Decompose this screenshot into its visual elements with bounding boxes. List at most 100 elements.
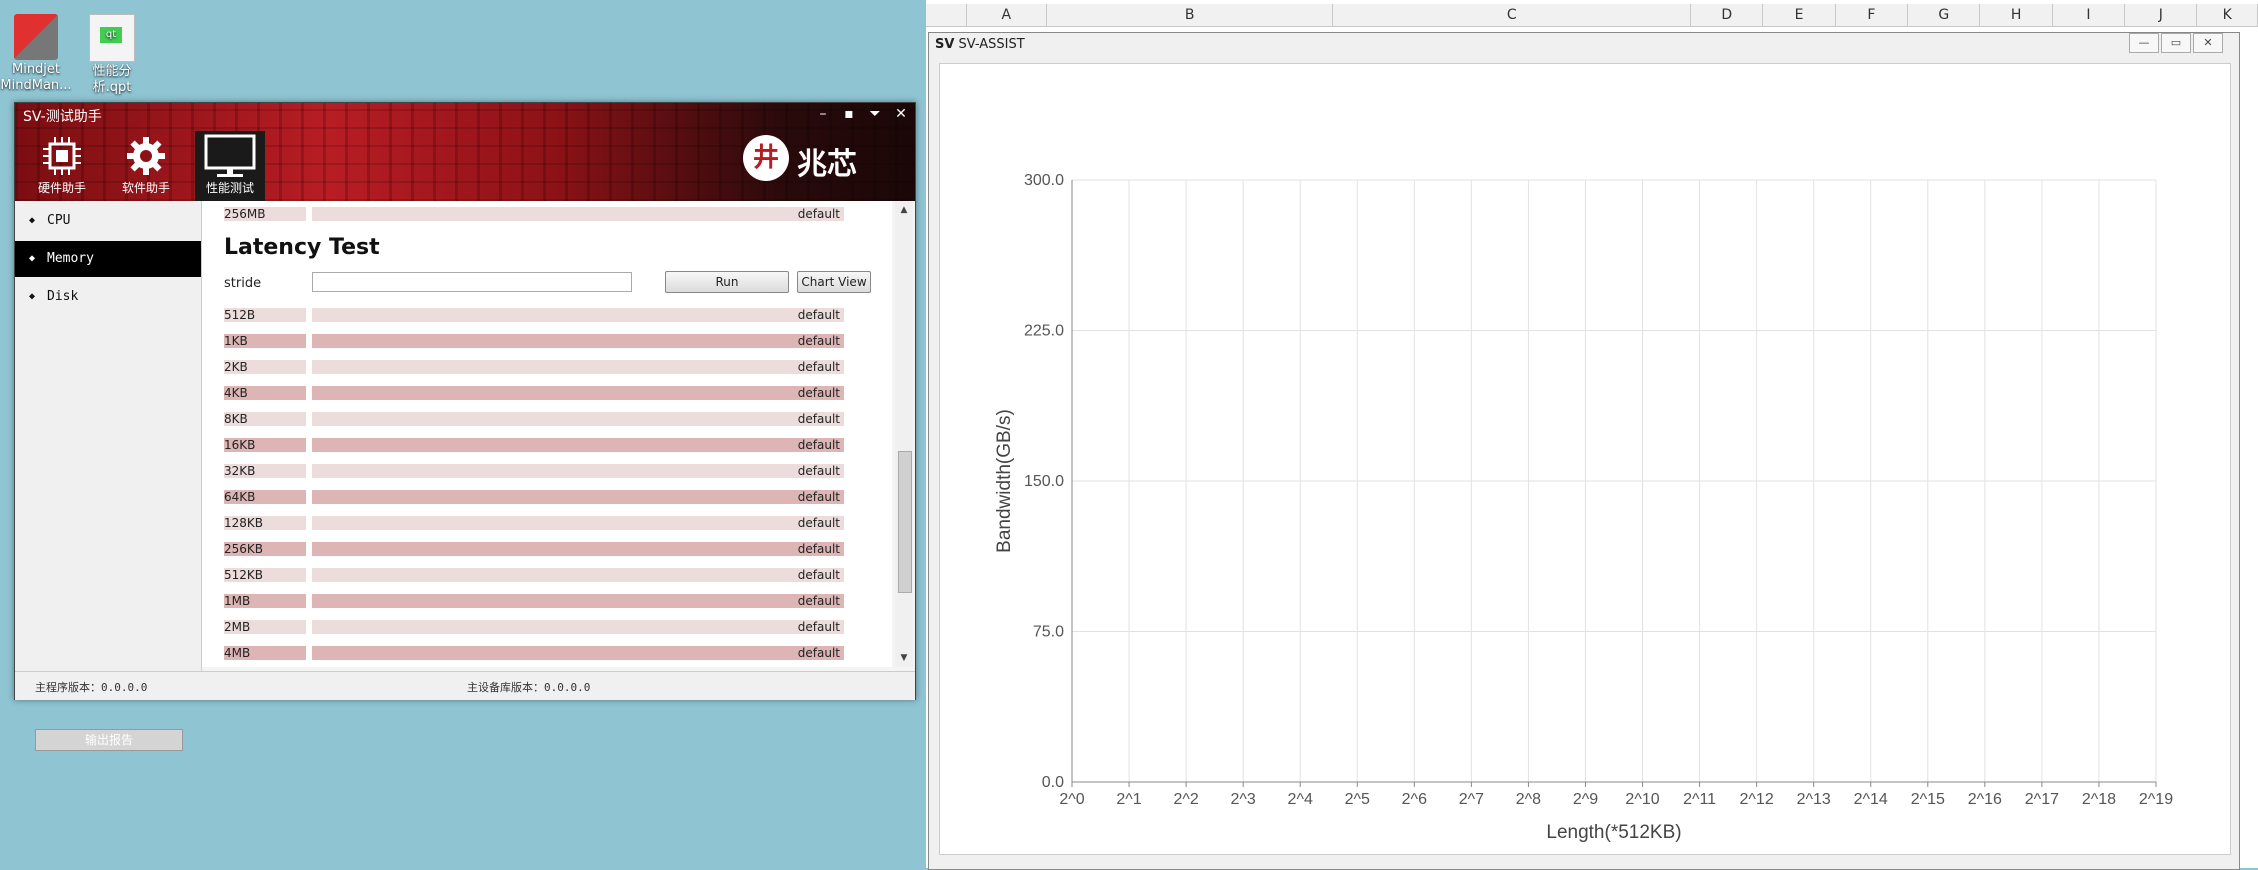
list-item: 16KB default: [224, 438, 844, 452]
gear-icon: [127, 137, 165, 175]
excel-col[interactable]: B: [1047, 4, 1334, 26]
x-tick-label: 2^9: [1573, 791, 1598, 808]
row-label: 32KB: [224, 464, 306, 478]
row-bar: default: [312, 360, 844, 374]
excel-col[interactable]: K: [2197, 4, 2258, 26]
x-tick-label: 2^15: [1911, 791, 1945, 808]
chart-view-button[interactable]: Chart View: [797, 271, 871, 293]
excel-col[interactable]: G: [1908, 4, 1981, 26]
list-item: 4MB default: [224, 646, 844, 660]
bandwidth-chart: 2^0 2^1 2^2 2^3 2^4 2^5 2^6 2^7 2^8 2^9 2^10 2^11 2^…: [994, 172, 2173, 843]
row-label: 512KB: [224, 568, 306, 582]
row-value: default: [797, 386, 840, 400]
scroll-thumb[interactable]: [898, 451, 912, 593]
close-button[interactable]: ✕: [889, 103, 913, 125]
row-value: default: [797, 334, 840, 348]
row-bar: default: [312, 490, 844, 504]
sidebar: CPU Memory Disk 输出报告: [15, 201, 202, 751]
row-value: default: [797, 464, 840, 478]
excel-col[interactable]: E: [1763, 4, 1836, 26]
x-tick-label: 2^17: [2025, 791, 2059, 808]
row-label: 256KB: [224, 542, 306, 556]
excel-col[interactable]: F: [1836, 4, 1909, 26]
list-item: 512KB default: [224, 568, 844, 582]
export-report-button[interactable]: 输出报告: [35, 729, 183, 751]
row-label: 512B: [224, 308, 306, 322]
x-tick-label: 2^10: [1625, 791, 1659, 808]
scroll-down-icon[interactable]: ▼: [895, 653, 913, 663]
list-item: 1MB default: [224, 594, 844, 608]
row-value: default: [797, 542, 840, 556]
tool-label: 硬件助手: [37, 181, 86, 195]
restore-button[interactable]: ▪: [837, 103, 861, 125]
row-bar: default: [312, 542, 844, 556]
list-item: 2KB default: [224, 360, 844, 374]
excel-col[interactable]: A: [967, 4, 1047, 26]
stride-input[interactable]: [312, 272, 632, 292]
row-value: default: [797, 620, 840, 634]
sidebar-item-disk[interactable]: Disk: [15, 279, 201, 315]
x-tick-label: 2^3: [1231, 791, 1256, 808]
row-value: default: [797, 490, 840, 504]
qt-file-icon: qt: [89, 14, 135, 62]
row-value: default: [797, 207, 840, 221]
x-tick-label: 2^11: [1683, 791, 1716, 808]
window-header: SV-测试助手 – ▪ ⏷ ✕ 硬件助手 软件助手 性能测试 井 兆芯: [15, 103, 915, 201]
sidebar-item-cpu[interactable]: CPU: [15, 203, 201, 239]
minimize-button[interactable]: —: [2129, 33, 2159, 53]
run-button[interactable]: Run: [665, 271, 789, 293]
y-tick-label: 225.0: [1024, 323, 1064, 340]
row-bar: default: [312, 568, 844, 582]
app-badge: SV: [935, 37, 955, 52]
menu-button[interactable]: ⏷: [863, 103, 887, 125]
x-tick-label: 2^14: [1854, 791, 1888, 808]
row-bar: default: [312, 412, 844, 426]
desktop-icon-qpt-file[interactable]: qt 性能分析.qpt: [76, 14, 148, 96]
chart-area: 2^0 2^1 2^2 2^3 2^4 2^5 2^6 2^7 2^8 2^9 2^10 2^11 2^…: [939, 63, 2231, 855]
status-bar: 主程序版本：0.0.0.0 主设备库版本：0.0.0.0: [15, 671, 915, 700]
list-item: 512B default: [224, 308, 844, 322]
sv-assist-window: SV SV-ASSIST — ▭ ✕ 2^0 2^1 2^2 2^3 2^4 2^5 2^6 2…: [928, 32, 2240, 870]
sidebar-item-memory[interactable]: Memory: [15, 241, 201, 277]
excel-col[interactable]: H: [1980, 4, 2053, 26]
row-bar: default: [312, 646, 844, 660]
row-value: default: [797, 360, 840, 374]
x-tick-label: 2^18: [2082, 791, 2116, 808]
close-button[interactable]: ✕: [2193, 33, 2223, 53]
row-label: 128KB: [224, 516, 306, 530]
x-tick-label: 2^5: [1345, 791, 1370, 808]
list-item: 64KB default: [224, 490, 844, 504]
row-value: default: [797, 412, 840, 426]
row-label: 2MB: [224, 620, 306, 634]
scrollbar[interactable]: ▲ ▼: [895, 201, 913, 667]
list-item: 1KB default: [224, 334, 844, 348]
x-tick-label: 2^4: [1288, 791, 1313, 808]
y-tick-label: 75.0: [1033, 624, 1064, 641]
row-bar: default: [312, 464, 844, 478]
row-bar: default: [312, 620, 844, 634]
excel-col[interactable]: I: [2053, 4, 2126, 26]
row-bar: default: [312, 438, 844, 452]
tool-software-assistant[interactable]: 软件助手: [111, 131, 181, 201]
maximize-button[interactable]: ▭: [2161, 33, 2191, 53]
tool-label: 性能测试: [205, 181, 254, 195]
row-label: 8KB: [224, 412, 306, 426]
excel-col[interactable]: D: [1691, 4, 1764, 26]
list-item: 4KB default: [224, 386, 844, 400]
excel-col[interactable]: C: [1333, 4, 1692, 26]
zhaoxin-logo: 井 兆芯: [731, 131, 881, 187]
row-bar: default: [312, 334, 844, 348]
x-tick-label: 2^7: [1459, 791, 1484, 808]
scroll-up-icon[interactable]: ▲: [895, 205, 913, 215]
tool-hardware-assistant[interactable]: 硬件助手: [27, 131, 97, 201]
x-tick-label: 2^16: [1968, 791, 2002, 808]
row-label: 1KB: [224, 334, 306, 348]
desktop-icon-mindjet[interactable]: Mindjet MindMan...: [0, 14, 72, 94]
x-tick-label: 2^0: [1059, 791, 1084, 808]
excel-col[interactable]: J: [2125, 4, 2198, 26]
tool-performance-test[interactable]: 性能测试: [195, 131, 265, 201]
list-item: 32KB default: [224, 464, 844, 478]
mindjet-icon: [14, 14, 58, 60]
row-label: 256MB: [224, 207, 306, 221]
minimize-button[interactable]: –: [811, 103, 835, 125]
